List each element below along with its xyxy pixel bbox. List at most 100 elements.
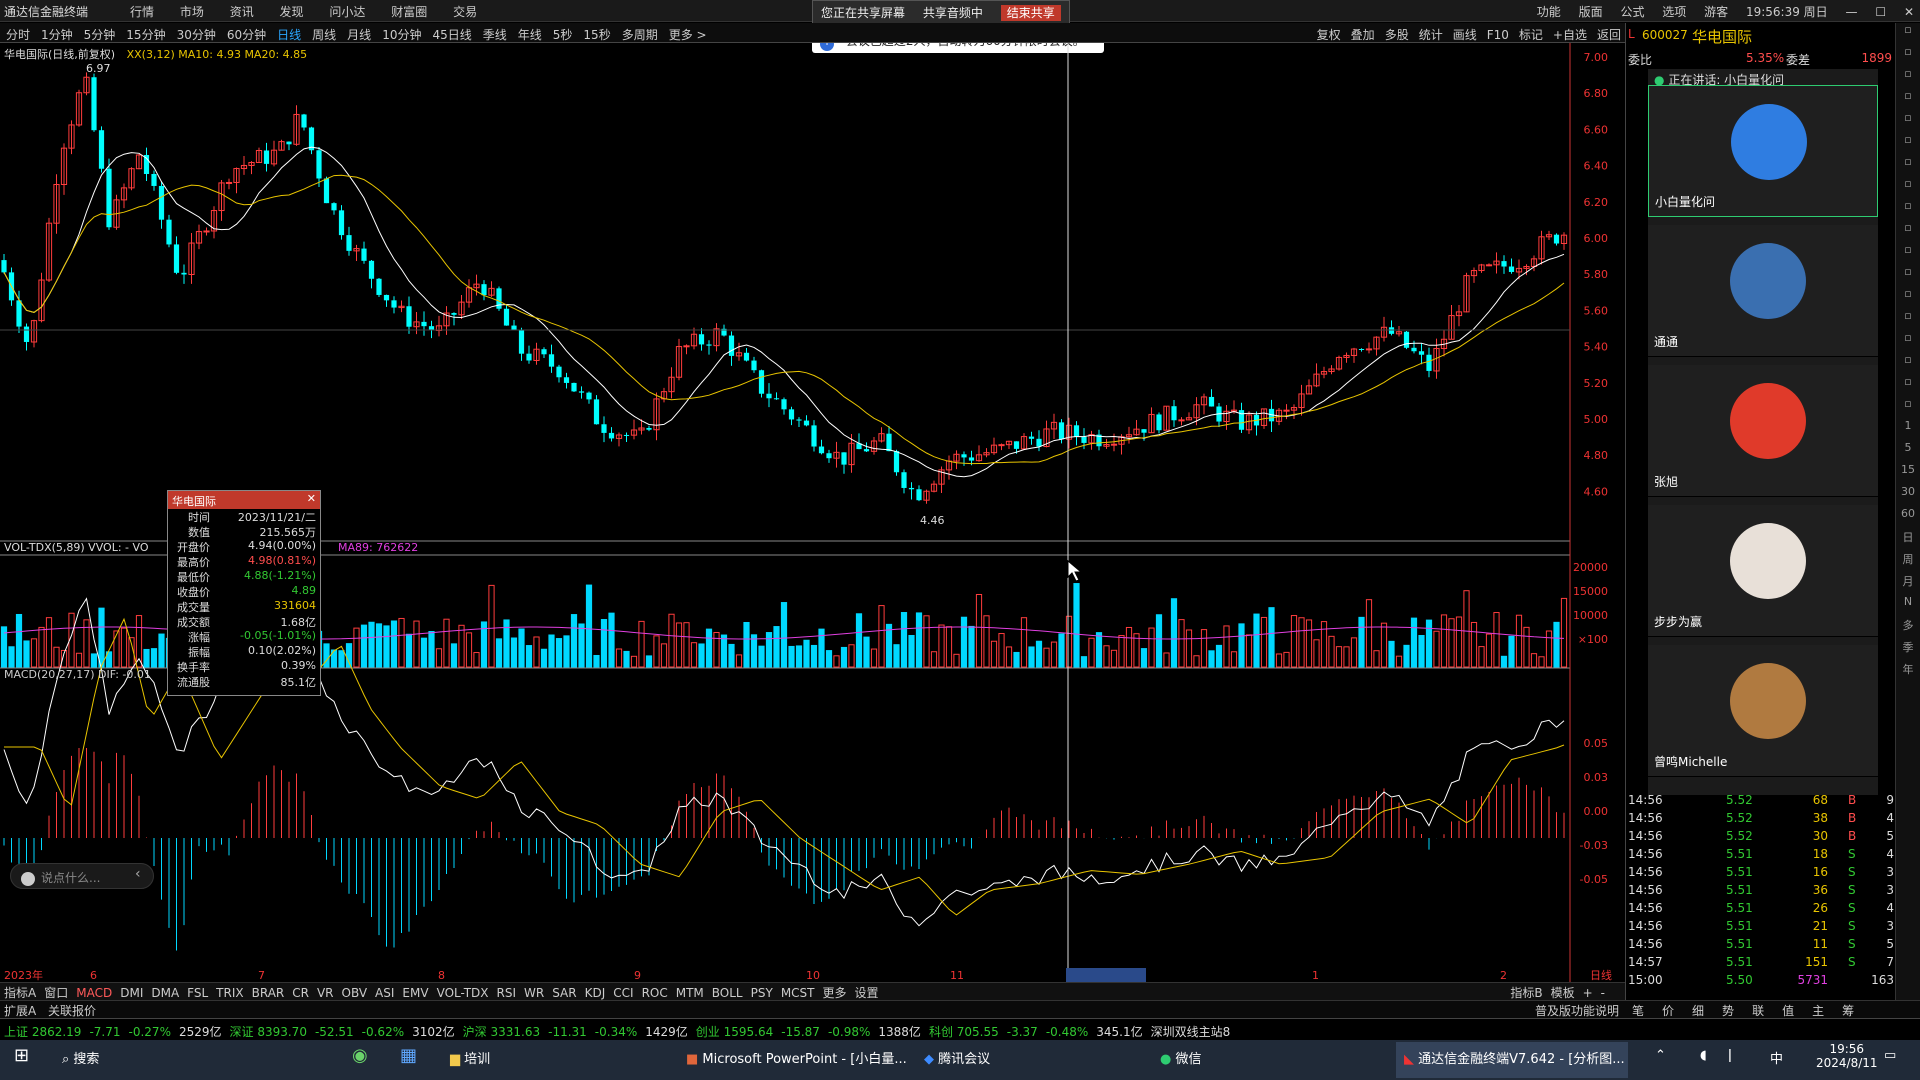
panel-tab[interactable]: 价 <box>1662 1004 1674 1018</box>
menu-item[interactable]: 功能 <box>1537 5 1561 19</box>
period-tab[interactable]: 10分钟 <box>382 28 421 42</box>
tool-icon[interactable]: ▫ <box>1896 221 1920 243</box>
tool-icon[interactable]: ▫ <box>1896 177 1920 199</box>
period-button[interactable]: 5 <box>1896 441 1920 463</box>
tool-icon[interactable]: ▫ <box>1896 23 1920 45</box>
tool-icon[interactable]: ▫ <box>1896 133 1920 155</box>
tool-icon[interactable]: ▫ <box>1896 67 1920 89</box>
tool-icon[interactable]: ▫ <box>1896 265 1920 287</box>
period-tab[interactable]: 45日线 <box>432 28 471 42</box>
tab-ext-a[interactable]: 扩展A <box>4 1004 36 1018</box>
chart-tool-button[interactable]: 统计 <box>1419 28 1443 42</box>
tool-icon[interactable]: ▫ <box>1896 199 1920 221</box>
indicator-tab[interactable]: BRAR <box>252 986 285 1000</box>
tool-icon[interactable]: ▫ <box>1896 353 1920 375</box>
indicator-tab[interactable]: PSY <box>751 986 773 1000</box>
chart-tool-button[interactable]: 叠加 <box>1351 28 1375 42</box>
menu-item[interactable]: 发现 <box>280 5 304 19</box>
panel-tab[interactable]: 值 <box>1782 1004 1794 1018</box>
menu-item[interactable]: 公式 <box>1620 5 1644 19</box>
period-tab[interactable]: 分时 <box>6 28 30 42</box>
tool-icon[interactable]: ▫ <box>1896 287 1920 309</box>
chart-tool-button[interactable]: 多股 <box>1385 28 1409 42</box>
ime-indicator[interactable]: 中 <box>1770 1048 1783 1067</box>
close-icon[interactable]: ✕ <box>307 492 316 505</box>
edition-note[interactable]: 普及版功能说明 <box>1535 1002 1619 1018</box>
panel-tab[interactable]: 势 <box>1722 1004 1734 1018</box>
indicator-tab[interactable]: ROC <box>642 986 668 1000</box>
panel-tab[interactable]: 联 <box>1752 1004 1764 1018</box>
period-button[interactable]: 年 <box>1896 661 1920 683</box>
user-label[interactable]: 游客 <box>1704 5 1728 19</box>
chat-input[interactable]: 说点什么... <box>10 863 154 889</box>
period-tab[interactable]: 多周期 <box>622 28 658 42</box>
indicator-tab[interactable]: CCI <box>613 986 633 1000</box>
period-tab[interactable]: 季线 <box>483 28 507 42</box>
windows-start-icon[interactable]: ⊞ <box>14 1045 29 1066</box>
period-button[interactable]: 季 <box>1896 639 1920 661</box>
end-share-button[interactable]: 结束共享 <box>1000 5 1061 21</box>
period-button[interactable]: 多 <box>1896 617 1920 639</box>
indicator-tab[interactable]: BOLL <box>712 986 743 1000</box>
minimize-icon[interactable]: — <box>1846 5 1858 19</box>
chart-tool-button[interactable]: +自选 <box>1553 28 1587 42</box>
menu-item[interactable]: 版面 <box>1579 5 1603 19</box>
indicator-tab[interactable]: MCST <box>781 986 815 1000</box>
maximize-icon[interactable]: ☐ <box>1875 5 1886 19</box>
panel-tab[interactable]: 细 <box>1692 1004 1704 1018</box>
tray-chevron-icon[interactable]: ⌃ <box>1655 1048 1666 1063</box>
period-tab[interactable]: 30分钟 <box>177 28 216 42</box>
taskbar-item-powerpoint[interactable]: ■ Microsoft PowerPoint - [小白量... <box>686 1048 907 1067</box>
chart-tool-button[interactable]: 返回 <box>1597 28 1621 42</box>
share-audio-button[interactable]: 共享音频中 <box>923 6 983 20</box>
indicator-tab-right[interactable]: 指标B <box>1510 986 1542 1000</box>
indicator-tab[interactable]: RSI <box>497 986 517 1000</box>
indicator-tab[interactable]: MACD <box>76 986 112 1000</box>
period-tab[interactable]: 15分钟 <box>126 28 165 42</box>
chart-tool-button[interactable]: 画线 <box>1453 28 1477 42</box>
indicator-tab[interactable]: KDJ <box>585 986 606 1000</box>
taskbar-search[interactable]: ⌕ 搜索 <box>62 1048 99 1067</box>
taskbar-item-wechat[interactable]: ● 微信 <box>1160 1048 1202 1067</box>
tool-icon[interactable]: ▫ <box>1896 331 1920 353</box>
participant-tile[interactable]: 步步为赢 <box>1648 505 1878 637</box>
taskbar-clock[interactable]: 19:56 2024/8/11 <box>1816 1042 1878 1070</box>
period-button[interactable]: 15 <box>1896 463 1920 485</box>
period-tab[interactable]: 年线 <box>518 28 542 42</box>
period-button[interactable]: 60 <box>1896 507 1920 529</box>
indicator-tab-right[interactable]: + <box>1583 986 1593 1000</box>
menu-item[interactable]: 问小达 <box>329 5 365 19</box>
period-tab[interactable]: 5分钟 <box>84 28 116 42</box>
menu-item[interactable]: 交易 <box>453 5 477 19</box>
tool-icon[interactable]: ▫ <box>1896 375 1920 397</box>
tab-related-quote[interactable]: 关联报价 <box>48 1004 96 1018</box>
period-button[interactable]: 周 <box>1896 551 1920 573</box>
calculator-icon[interactable]: ▦ <box>400 1045 417 1066</box>
menu-item[interactable]: 市场 <box>180 5 204 19</box>
indicator-tab-right[interactable]: 模板 <box>1551 986 1575 1000</box>
indicator-tab[interactable]: DMI <box>120 986 143 1000</box>
participant-tile[interactable]: 小白量化问 <box>1648 85 1878 217</box>
indicator-tab-right[interactable]: - <box>1601 986 1605 1000</box>
taskbar-item-meeting[interactable]: ◆ 腾讯会议 <box>924 1048 990 1067</box>
indicator-tab[interactable]: OBV <box>342 986 368 1000</box>
tool-icon[interactable]: ▫ <box>1896 89 1920 111</box>
period-button[interactable]: 日 <box>1896 529 1920 551</box>
taskbar-item-folder[interactable]: ▆ 培训 <box>450 1048 490 1067</box>
indicator-tab[interactable]: EMV <box>402 986 428 1000</box>
taskbar-item-tdx[interactable]: ◣ 通达信金融终端V7.642 - [分析图... <box>1396 1042 1628 1078</box>
period-tab[interactable]: 60分钟 <box>227 28 266 42</box>
indicator-tab[interactable]: VR <box>317 986 334 1000</box>
chart-tool-button[interactable]: 复权 <box>1317 28 1341 42</box>
menu-item[interactable]: 资讯 <box>230 5 254 19</box>
period-tab[interactable]: 1分钟 <box>41 28 73 42</box>
tool-icon[interactable]: ▫ <box>1896 243 1920 265</box>
menu-item[interactable]: 财富圈 <box>391 5 427 19</box>
close-icon[interactable]: ✕ <box>1904 5 1914 19</box>
participant-tile[interactable]: 通通 <box>1648 225 1878 357</box>
indicator-tab[interactable]: CR <box>292 986 309 1000</box>
participant-tile[interactable]: 张旭 <box>1648 365 1878 497</box>
period-tab[interactable]: 15秒 <box>583 28 610 42</box>
tool-icon[interactable]: ▫ <box>1896 155 1920 177</box>
period-tab[interactable]: 月线 <box>347 28 371 42</box>
